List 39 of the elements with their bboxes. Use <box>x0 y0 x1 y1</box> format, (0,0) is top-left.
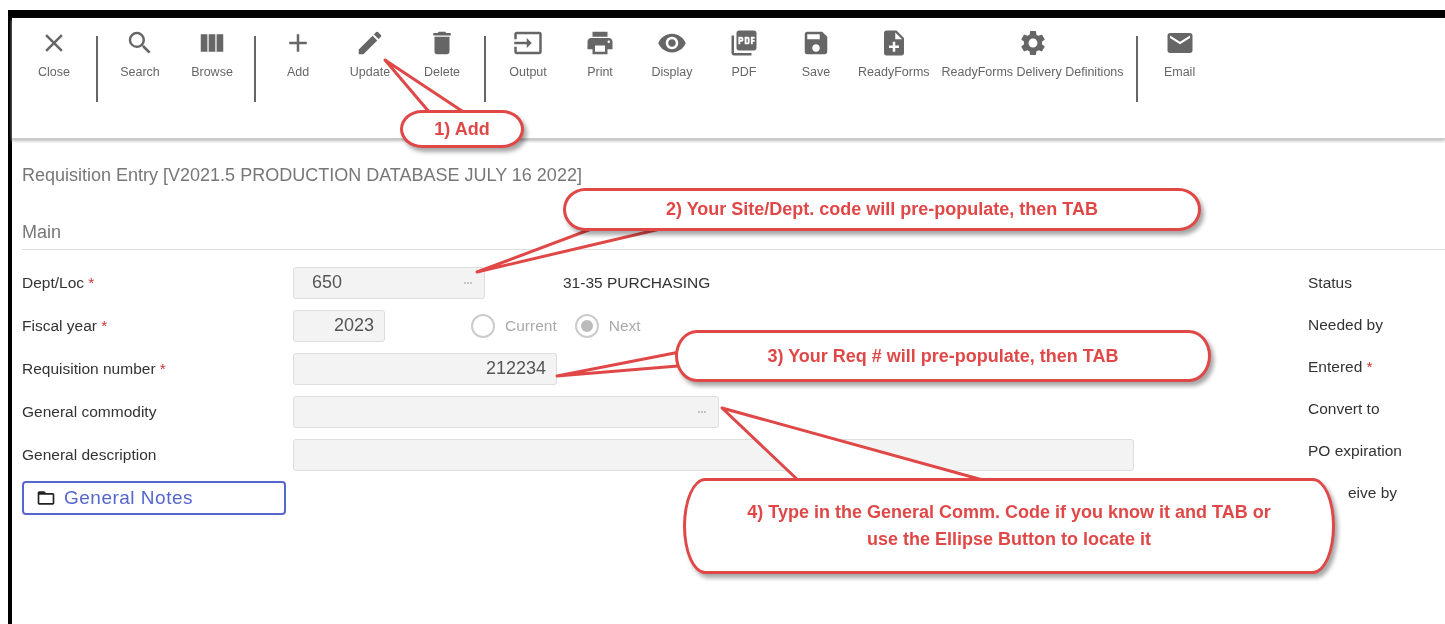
radio-button[interactable] <box>471 313 495 338</box>
toolbar-button[interactable]: ReadyForms <box>852 28 936 81</box>
toolbar-button[interactable]: Email <box>1143 28 1216 81</box>
general-notes-button[interactable]: General Notes <box>22 481 286 515</box>
input-field[interactable] <box>293 395 719 428</box>
radio-label: Current <box>505 316 557 335</box>
field-label: Status <box>1308 274 1353 292</box>
field-label: Requisition number * <box>22 359 167 378</box>
toolbar-button[interactable]: PDF <box>708 28 780 81</box>
field-label: Needed by <box>1308 316 1384 334</box>
field-label: General commodity <box>22 402 158 421</box>
toolbar-button[interactable]: Output <box>492 28 564 81</box>
toolbar-button[interactable]: Display <box>636 28 708 81</box>
toolbar-button[interactable]: Delete <box>406 28 478 81</box>
radio-button[interactable] <box>574 313 599 338</box>
field-label: Fiscal year * <box>22 316 109 335</box>
input-field[interactable]: 650 <box>293 266 485 299</box>
toolbar-button[interactable]: Save <box>780 28 852 81</box>
field-label: PO expiration <box>1308 442 1402 460</box>
toolbar-button[interactable]: Close <box>18 28 90 81</box>
toolbar-button[interactable]: ReadyForms Delivery Definitions <box>935 28 1130 81</box>
field-label: eive by <box>1348 484 1399 502</box>
page-title: Requisition Entry [V2021.5 PRODUCTION DATABASE JULY 16 2022] <box>22 165 583 186</box>
field-label: Dept/Loc * <box>22 273 96 292</box>
toolbar-button[interactable]: Update <box>334 28 406 81</box>
toolbar-button[interactable]: Add <box>262 28 334 81</box>
pdf-icon <box>729 28 759 58</box>
input-field[interactable]: 2023 <box>293 309 385 342</box>
toolbar-button[interactable]: Browse <box>176 28 248 81</box>
field-label: Entered * <box>1308 358 1374 376</box>
field-label: General description <box>22 445 158 464</box>
folder-icon <box>36 488 56 508</box>
radio-label: Next <box>608 316 641 335</box>
department-name: 31-35 PURCHASING <box>563 273 711 292</box>
toolbar-button[interactable]: Search <box>104 28 176 81</box>
input-field[interactable]: 212234 <box>293 352 557 385</box>
toolbar-button[interactable]: Print <box>564 28 636 81</box>
field-label: Convert to <box>1308 400 1381 418</box>
callout: 1) Add <box>400 110 524 148</box>
